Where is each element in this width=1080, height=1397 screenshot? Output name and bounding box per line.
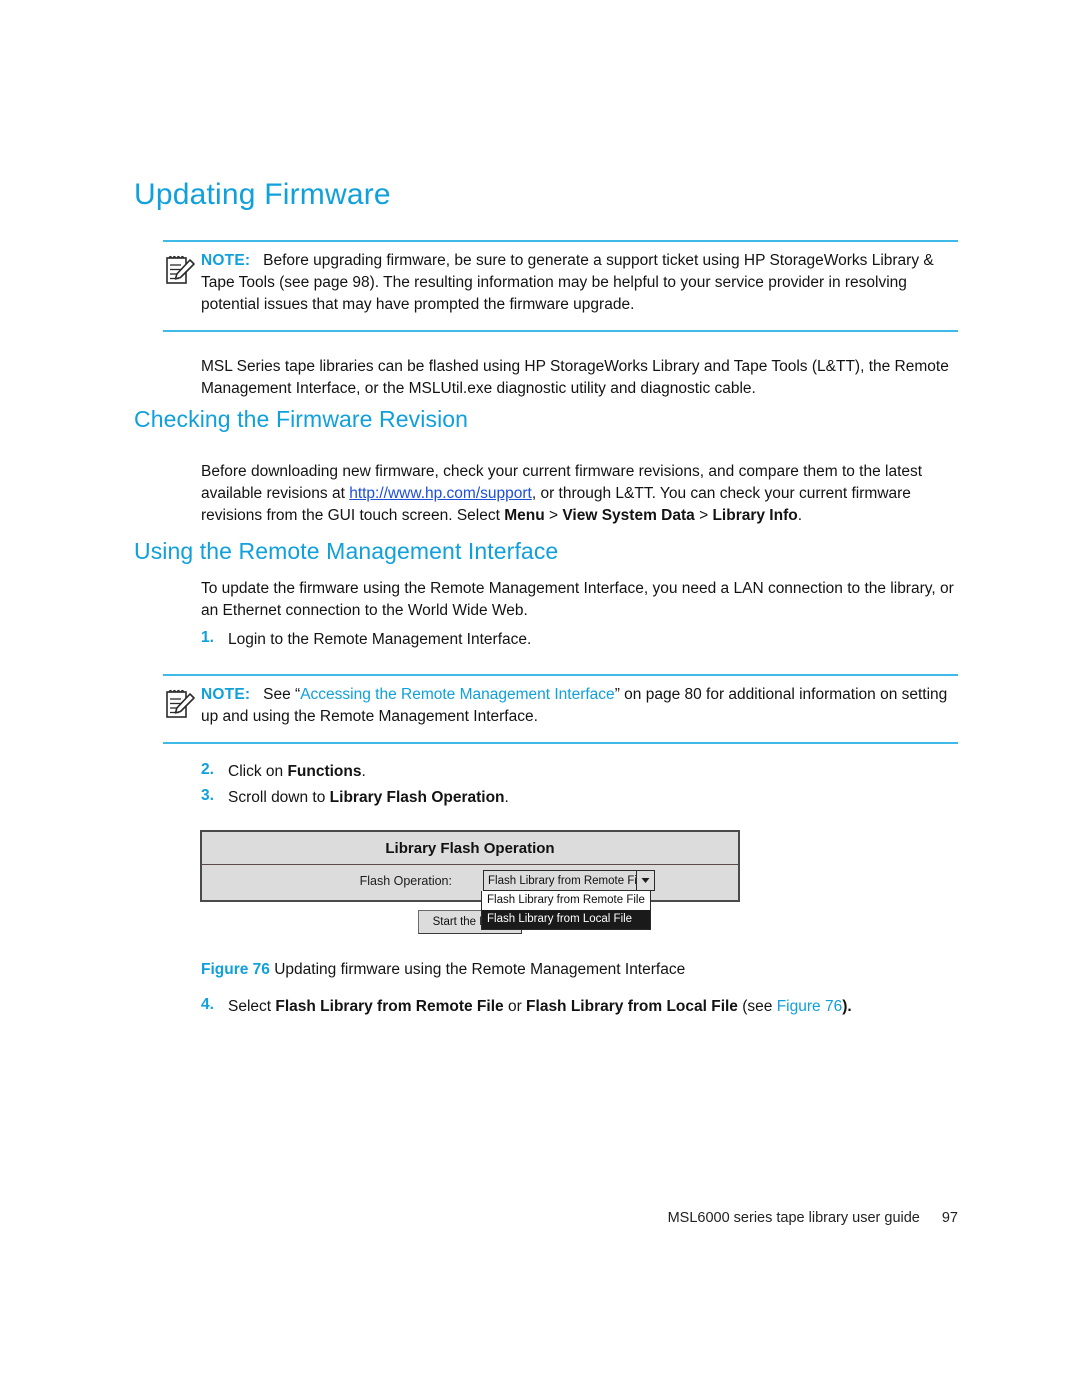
note-rule-top [163,240,958,242]
section-heading-using-remote-management-interface: Using the Remote Management Interface [134,538,559,564]
step4-end: ). [842,998,852,1015]
menu-sep-2: > [694,507,713,524]
note-text-2: NOTE: See “Accessing the Remote Manageme… [201,684,958,728]
step-number-4: 4. [201,996,214,1013]
step-text-1: Login to the Remote Management Interface… [228,631,532,648]
figure-caption: Figure 76 Updating firmware using the Re… [201,961,685,979]
using-rmi-paragraph: To update the firmware using the Remote … [201,580,954,619]
note-label: NOTE: [201,252,251,269]
step-number-2: 2. [201,761,214,778]
note-text-1: NOTE: Before upgrading firmware, be sure… [201,250,958,316]
note-rule-bottom [163,330,958,332]
figure-76-cross-reference-link[interactable]: Figure 76 [777,998,842,1015]
step3-suffix: . [504,789,509,806]
note2-rule-bottom [163,742,958,744]
note-pad-pencil-icon [163,252,197,286]
document-page: Updating Firmware NOTE: Before upgrading… [0,0,1080,1397]
step-text-3: Scroll down to Library Flash Operation. [228,787,958,809]
step-number-1: 1. [201,629,214,646]
step-text-2: Click on Functions. [228,761,958,783]
checking-text-end: . [797,507,803,524]
flash-operation-label: Flash Operation: [359,874,452,888]
intro-paragraph: MSL Series tape libraries can be flashed… [201,358,949,397]
hp-support-link[interactable]: http://www.hp.com/support [349,485,532,502]
step4-suffix: (see [737,998,777,1015]
step-text-4: Select Flash Library from Remote File or… [228,996,928,1018]
step2-bold-functions: Functions [287,763,362,780]
menu-path-view-system-data: View System Data [562,507,695,524]
footer-guide-title: MSL6000 series tape library user guide [667,1210,920,1226]
accessing-rmi-cross-reference-link[interactable]: Accessing the Remote Management Interfac… [300,686,614,703]
flash-operation-dropdown-list[interactable]: Flash Library from Remote File Flash Lib… [481,891,651,930]
menu-sep-1: > [544,507,563,524]
step4-prefix: Select [228,998,276,1015]
page-title: Updating Firmware [134,178,391,211]
chevron-down-icon[interactable] [636,871,654,890]
dialog-form-row: Flash Operation: Flash Library from Remo… [202,865,738,900]
page-footer: MSL6000 series tape library user guide 97 [0,1210,958,1226]
step4-mid: or [503,998,527,1015]
note-body-text: Before upgrading firmware, be sure to ge… [201,252,934,313]
step4-bold-remote-file: Flash Library from Remote File [275,998,504,1015]
menu-path-menu: Menu [504,507,545,524]
footer-page-number: 97 [941,1210,958,1226]
note-pad-pencil-icon [163,686,197,720]
step4-bold-local-file: Flash Library from Local File [526,998,738,1015]
dropdown-option-local-file[interactable]: Flash Library from Local File [482,910,650,929]
step3-bold-library-flash-operation: Library Flash Operation [329,789,505,806]
note2-rule-top [163,674,958,676]
step2-suffix: . [361,763,366,780]
section-heading-checking-firmware-revision: Checking the Firmware Revision [134,406,469,432]
step3-prefix: Scroll down to [228,789,330,806]
flash-operation-selected-value: Flash Library from Remote File [488,874,636,887]
menu-path-library-info: Library Info [712,507,798,524]
step2-prefix: Click on [228,763,288,780]
dialog-title: Library Flash Operation [202,832,738,865]
figure-caption-text: Updating firmware using the Remote Manag… [274,961,686,978]
flash-operation-select[interactable]: Flash Library from Remote File [483,870,655,891]
checking-firmware-paragraph: Before downloading new firmware, check y… [201,461,958,527]
library-flash-operation-dialog: Library Flash Operation Flash Operation:… [200,830,740,902]
note2-lead: See “ [263,686,301,703]
step-number-3: 3. [201,787,214,804]
dropdown-option-remote-file[interactable]: Flash Library from Remote File [482,891,650,910]
note-label: NOTE: [201,686,251,703]
figure-caption-number: Figure 76 [201,961,270,978]
